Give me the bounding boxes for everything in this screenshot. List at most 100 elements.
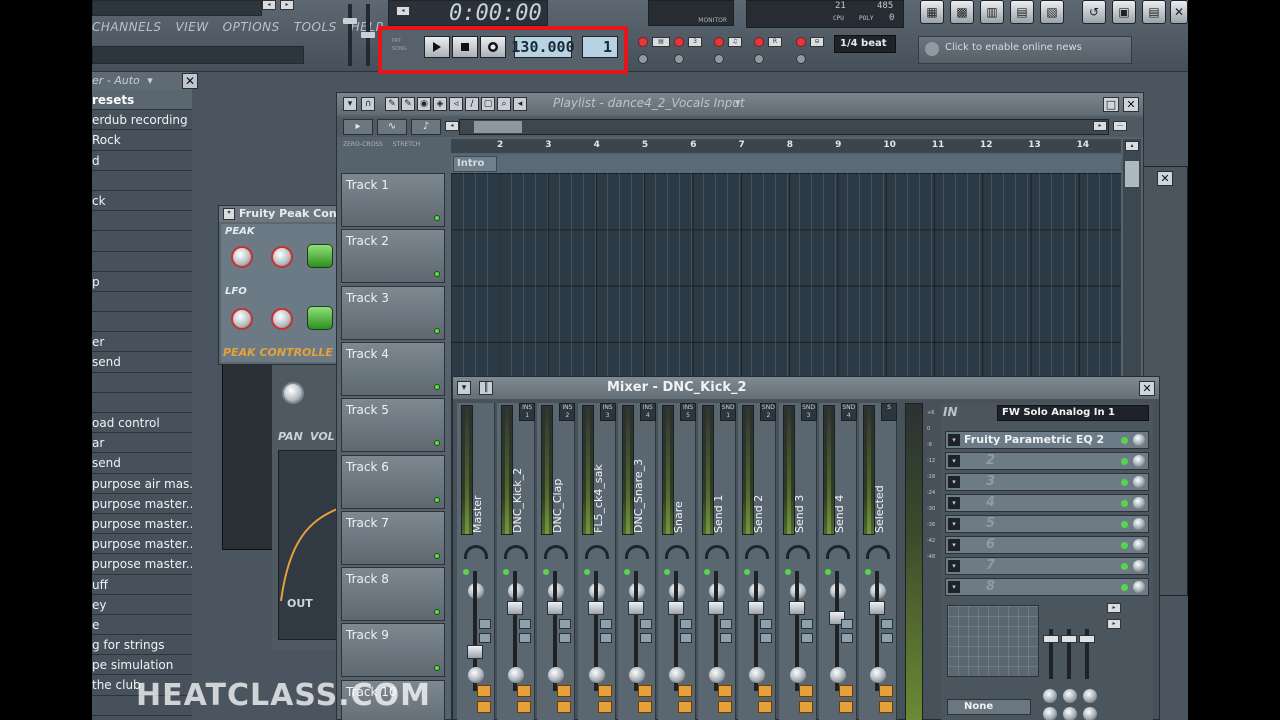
slot-menu-icon[interactable]: ▾ xyxy=(948,476,960,488)
strip-enable-led[interactable] xyxy=(784,569,791,575)
draw-icon[interactable]: ✎ xyxy=(385,97,399,111)
slot-enable-led[interactable] xyxy=(1121,521,1128,528)
step-sequencer-icon[interactable]: ▩ xyxy=(950,0,974,24)
browser-item[interactable]: erdub recording xyxy=(92,110,192,131)
multilink-led[interactable] xyxy=(754,54,764,64)
mixer-strip[interactable]: INS 2 DNC_Clap xyxy=(537,403,576,720)
send-arrow-icon[interactable]: ▸ xyxy=(1107,603,1121,613)
piano-icon[interactable]: ♫ xyxy=(728,37,742,47)
zoom-icon[interactable]: ⌕ xyxy=(497,97,511,111)
dropdown-icon[interactable]: ▾ xyxy=(147,74,153,87)
strip-route-button[interactable]: INS 1 xyxy=(519,403,536,421)
fader-cap[interactable] xyxy=(788,601,805,615)
pat-song-switch[interactable]: PAT SONG xyxy=(392,37,407,53)
track-header[interactable]: Track 8 xyxy=(341,567,445,622)
export-icon[interactable]: ▤ xyxy=(1142,0,1166,24)
strip-enable-led[interactable] xyxy=(463,569,469,575)
counter-icon[interactable]: 3 xyxy=(688,37,702,47)
eq-graph[interactable] xyxy=(947,605,1039,677)
browser-item[interactable]: p xyxy=(92,271,192,292)
slot-menu-icon[interactable]: ▾ xyxy=(948,581,960,593)
slot-enable-led[interactable] xyxy=(1121,500,1128,507)
pan-dial[interactable] xyxy=(705,545,730,559)
send-knob[interactable] xyxy=(669,667,685,683)
mute-icon[interactable]: ◈ xyxy=(433,97,447,111)
slot-menu-icon[interactable]: ▾ xyxy=(948,434,960,446)
strip-route-button[interactable]: SND 3 xyxy=(800,403,817,421)
playback-icon[interactable]: ◂ xyxy=(513,97,527,111)
strip-route-button[interactable]: INS 5 xyxy=(680,403,696,421)
slot-mix-knob[interactable] xyxy=(1133,497,1145,509)
strip-route-button[interactable]: S xyxy=(881,403,897,421)
close-icon[interactable]: ✕ xyxy=(1139,381,1155,396)
maximize-icon[interactable]: □ xyxy=(1103,97,1119,112)
select-icon[interactable]: ▢ xyxy=(481,97,495,111)
track-mute-led[interactable] xyxy=(434,327,440,334)
strip-route-button[interactable]: INS 3 xyxy=(599,403,616,421)
track-mute-led[interactable] xyxy=(434,609,440,616)
browser-item[interactable]: purpose master... xyxy=(92,493,192,514)
pan-dial[interactable] xyxy=(584,545,609,559)
fader-cap[interactable] xyxy=(1061,635,1077,643)
track-mute-led[interactable] xyxy=(434,665,440,672)
send-arrow-icon[interactable] xyxy=(800,633,813,643)
tempo-display[interactable]: 130.000 xyxy=(511,36,575,58)
browser-item[interactable]: ar xyxy=(92,433,192,454)
pan-dial[interactable] xyxy=(544,545,569,559)
send-arrow-icon[interactable] xyxy=(479,619,491,629)
mixer-strip[interactable]: INS 5 Snare xyxy=(658,403,696,720)
route-button[interactable] xyxy=(477,685,491,697)
fx-slot[interactable]: ▾ 7 xyxy=(945,557,1149,575)
wait-led[interactable] xyxy=(638,54,648,64)
strip-enable-led[interactable] xyxy=(824,569,831,575)
pattern-number-display[interactable]: 1 xyxy=(582,36,618,58)
base-knob[interactable] xyxy=(231,246,253,268)
input-selector[interactable]: FW Solo Analog In 1 xyxy=(997,405,1149,421)
slot-enable-led[interactable] xyxy=(1121,542,1128,549)
eq-low-knob[interactable] xyxy=(1043,689,1057,703)
slot-mix-knob[interactable] xyxy=(1133,518,1145,530)
arrow-icon[interactable]: ▸ xyxy=(280,0,294,10)
track-header[interactable]: Track 3 xyxy=(341,285,445,340)
pan-dial[interactable] xyxy=(825,545,850,559)
tab-automation[interactable]: ♪ xyxy=(411,119,441,135)
pan-dial[interactable] xyxy=(624,545,649,559)
window-menu-icon[interactable]: ▾ xyxy=(343,97,357,111)
strip-enable-led[interactable] xyxy=(543,569,550,575)
metronome-led[interactable] xyxy=(714,37,724,47)
browser-item[interactable]: Rock xyxy=(92,130,192,151)
master-volume-slider[interactable] xyxy=(343,4,357,66)
loop-record-icon[interactable]: R xyxy=(768,37,782,47)
strip-route-button[interactable]: SND 1 xyxy=(720,403,737,421)
snap-selector[interactable]: 1/4 beat xyxy=(834,35,896,53)
fader-cap[interactable] xyxy=(748,601,765,615)
send-arrow-icon[interactable] xyxy=(840,619,853,629)
vol-knob[interactable] xyxy=(271,246,293,268)
delete-icon[interactable]: ◉ xyxy=(417,97,431,111)
browser-item[interactable]: oad control xyxy=(92,413,192,434)
route-button[interactable] xyxy=(637,701,652,713)
stop-button[interactable] xyxy=(452,36,478,58)
pan-dial[interactable] xyxy=(745,545,770,559)
send-knob[interactable] xyxy=(749,667,766,683)
route-button[interactable] xyxy=(879,701,893,713)
fx-slot[interactable]: ▾ 3 xyxy=(945,473,1149,491)
minimize-icon[interactable]: — xyxy=(1113,121,1127,131)
fader-cap[interactable] xyxy=(547,601,564,615)
fader-cap[interactable] xyxy=(587,601,604,615)
playlist-shortcut-icon[interactable]: ▦ xyxy=(920,0,944,24)
browser-item[interactable]: purpose master... xyxy=(92,534,192,555)
eq-low-fader[interactable] xyxy=(1043,629,1059,679)
scroll-up-icon[interactable]: ▴ xyxy=(1125,141,1139,151)
pan-dial[interactable] xyxy=(504,545,529,559)
browser-item[interactable]: uff xyxy=(92,574,192,595)
close-icon[interactable]: ✕ xyxy=(1123,97,1139,112)
strip-enable-led[interactable] xyxy=(664,569,670,575)
online-news-bar[interactable]: Click to enable online news xyxy=(918,36,1132,64)
send-arrow-icon[interactable] xyxy=(479,633,491,643)
browser-item[interactable]: g for strings xyxy=(92,635,192,656)
send-arrow-icon[interactable] xyxy=(559,633,572,643)
mixer-strip[interactable]: Master xyxy=(457,403,495,720)
pan-dial[interactable] xyxy=(866,545,890,559)
pan-dial[interactable] xyxy=(464,545,488,559)
